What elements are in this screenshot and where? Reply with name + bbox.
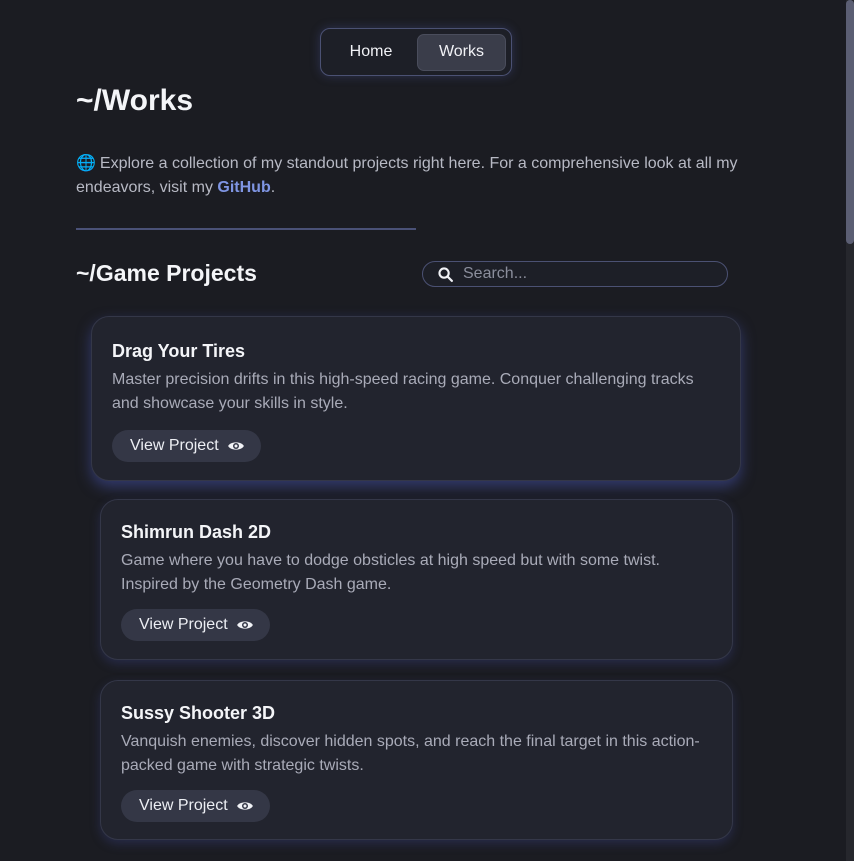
top-nav: Home Works bbox=[320, 28, 512, 76]
nav-works-link[interactable]: Works bbox=[417, 33, 506, 71]
intro-end: . bbox=[270, 179, 276, 196]
intro-body: Explore a collection of my standout proj… bbox=[76, 155, 738, 196]
intro-text: 🌐 Explore a collection of my standout pro… bbox=[76, 152, 766, 200]
eye-icon bbox=[227, 442, 244, 450]
project-card: Shimrun Dash 2D Game where you have to d… bbox=[100, 499, 733, 660]
view-project-button[interactable]: View Project bbox=[121, 790, 270, 822]
project-description: Game where you have to dodge obsticles a… bbox=[121, 552, 660, 593]
nav-home-link[interactable]: Home bbox=[325, 34, 417, 71]
view-project-label: View Project bbox=[130, 437, 219, 454]
search-box[interactable] bbox=[422, 261, 728, 287]
search-input[interactable] bbox=[463, 265, 703, 283]
view-project-button[interactable]: View Project bbox=[121, 609, 270, 641]
eye-icon bbox=[236, 621, 253, 629]
project-title: Sussy Shooter 3D bbox=[121, 703, 276, 723]
divider bbox=[76, 228, 416, 230]
project-description: Vanquish enemies, discover hidden spots,… bbox=[121, 733, 700, 774]
project-description: Master precision drifts in this high-spe… bbox=[112, 371, 694, 412]
github-link[interactable]: GitHub bbox=[217, 179, 270, 196]
globe-icon: 🌐 bbox=[76, 155, 96, 172]
view-project-label: View Project bbox=[139, 797, 228, 814]
view-project-label: View Project bbox=[139, 616, 228, 633]
project-title: Drag Your Tires bbox=[112, 341, 246, 361]
scrollbar[interactable] bbox=[846, 0, 854, 861]
eye-icon bbox=[236, 802, 253, 810]
project-title: Shimrun Dash 2D bbox=[121, 522, 272, 542]
view-project-button[interactable]: View Project bbox=[112, 430, 261, 462]
project-card: Drag Your Tires Master precision drifts … bbox=[91, 316, 741, 481]
scrollbar-thumb[interactable] bbox=[846, 0, 854, 244]
search-icon bbox=[438, 266, 454, 282]
project-card: Sussy Shooter 3D Vanquish enemies, disco… bbox=[100, 680, 733, 840]
section-title: ~/Game Projects bbox=[76, 260, 257, 286]
page-title: ~/Works bbox=[76, 84, 193, 117]
